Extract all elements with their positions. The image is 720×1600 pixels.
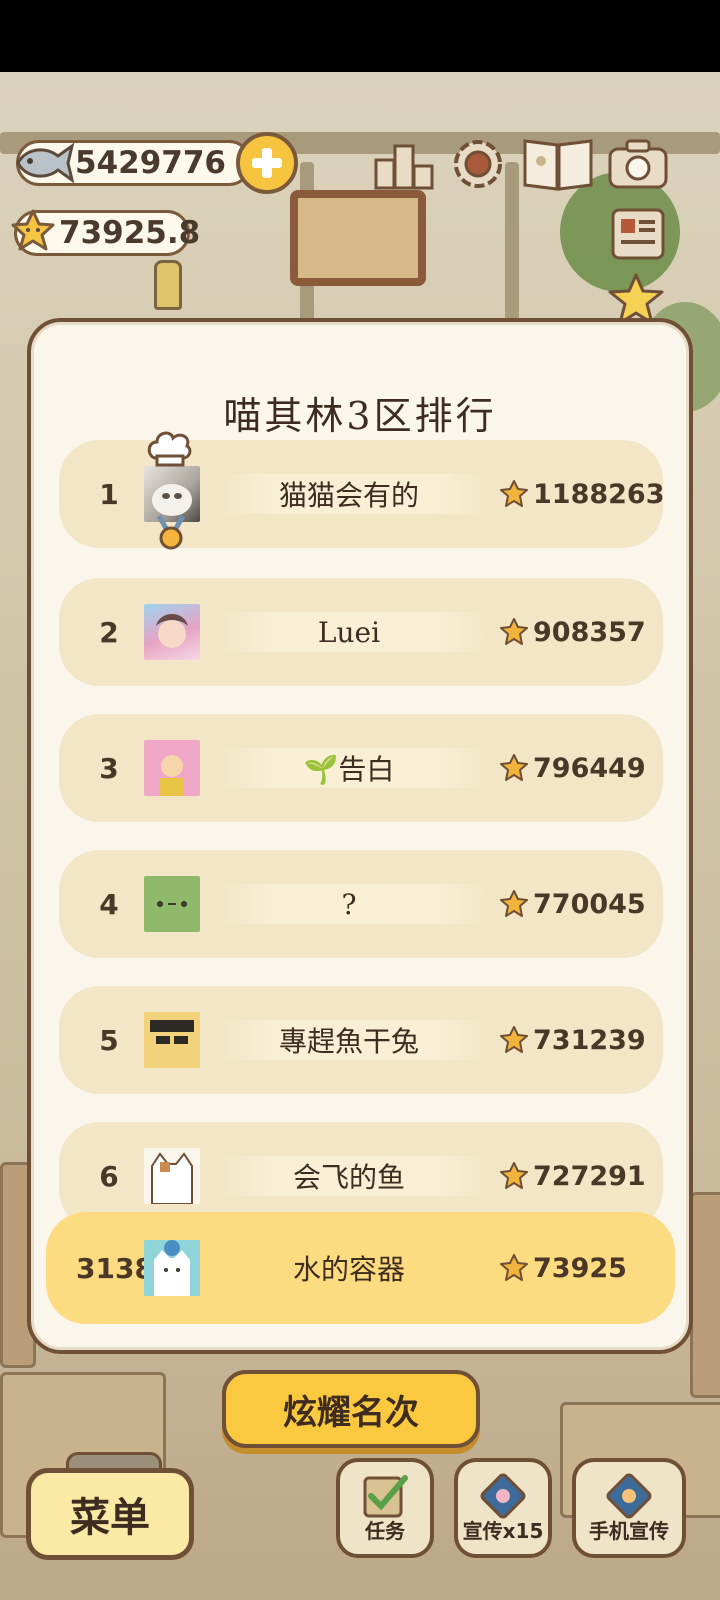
podium-icon <box>374 144 434 190</box>
ranking-row[interactable]: 4 ? 770045 <box>59 850 663 958</box>
menu-button[interactable]: 菜单 <box>26 1468 194 1560</box>
newspaper-button[interactable] <box>606 202 670 266</box>
my-score: 73925 <box>533 1252 627 1284</box>
player-avatar <box>144 1148 200 1204</box>
player-score: 796449 <box>533 752 646 784</box>
gear-icon <box>454 140 502 188</box>
chef-hat-icon <box>147 431 192 467</box>
ranking-title: 喵其林3区排行 <box>223 394 497 438</box>
player-avatar <box>144 604 200 660</box>
star-icon <box>500 480 528 507</box>
star-icon <box>500 1254 528 1281</box>
score-group: 770045 <box>499 850 646 958</box>
player-score: 770045 <box>533 888 646 920</box>
player-name: 🌱告白 <box>303 753 395 786</box>
fish-icon <box>16 142 75 184</box>
ranking-row[interactable]: 5 專趕魚干兔 731239 <box>59 986 663 1094</box>
player-score: 731239 <box>533 1024 646 1056</box>
score-group: 1188263 <box>499 440 665 548</box>
bottle-decoration <box>154 260 182 310</box>
my-ranking-row[interactable]: 3138 水的容器 73925 <box>46 1212 675 1324</box>
star-icon <box>500 1162 528 1189</box>
player-avatar <box>144 740 200 796</box>
player-score: 727291 <box>533 1160 646 1192</box>
phone-promote-label: 手机宣传 <box>589 1519 669 1543</box>
player-avatar <box>144 1012 200 1068</box>
promote-button[interactable]: 宣传x15 <box>454 1458 552 1558</box>
book-icon <box>523 139 593 191</box>
promote-label: 宣传x15 <box>462 1519 544 1543</box>
my-avatar <box>144 1240 200 1296</box>
player-name: 專趕魚干兔 <box>278 1025 419 1058</box>
score-group: 731239 <box>499 986 646 1094</box>
player-score: 908357 <box>533 616 646 648</box>
settings-button[interactable] <box>446 132 510 196</box>
star-icon <box>500 754 528 781</box>
player-name: ? <box>341 887 357 921</box>
star-icon <box>500 890 528 917</box>
show-off-rank-button[interactable]: 炫耀名次 <box>222 1370 480 1448</box>
fish-coin-value: 5429776 <box>75 145 226 181</box>
player-avatar <box>144 876 200 932</box>
star-icon <box>500 1026 528 1053</box>
add-coins-button[interactable] <box>236 132 298 194</box>
player-name: 猫猫会有的 <box>278 479 419 512</box>
player-name: Luei <box>317 615 381 649</box>
camera-button[interactable] <box>606 132 670 196</box>
phone-promote-button[interactable]: 手机宣传 <box>572 1458 686 1558</box>
status-bar <box>0 0 720 72</box>
tasks-label: 任务 <box>365 1519 405 1543</box>
camera-icon <box>608 139 668 189</box>
tasks-button[interactable]: 任务 <box>336 1458 434 1558</box>
star-icon <box>500 618 528 645</box>
my-player-name: 水的容器 <box>292 1253 405 1286</box>
newspaper-icon <box>611 208 665 260</box>
recipe-book-button[interactable] <box>520 132 596 196</box>
ranking-row[interactable]: 2 Luei 908357 <box>59 578 663 686</box>
score-group: 796449 <box>499 714 646 822</box>
plus-icon <box>252 148 282 178</box>
cabinet <box>690 1192 720 1398</box>
ranking-row[interactable]: 3 🌱告白 796449 <box>59 714 663 822</box>
leaderboard-button[interactable] <box>372 132 436 196</box>
player-score: 1188263 <box>533 478 665 510</box>
score-group: 908357 <box>499 578 646 686</box>
star-rating-value: 73925.8 <box>59 215 201 251</box>
star-icon <box>11 209 55 251</box>
picture-frame <box>290 190 426 286</box>
medal-icon <box>156 514 186 550</box>
score-group: 73925 <box>499 1212 627 1324</box>
